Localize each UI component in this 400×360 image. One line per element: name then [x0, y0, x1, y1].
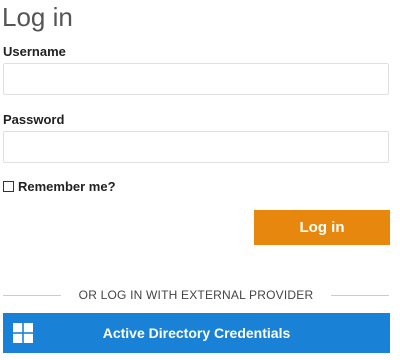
- username-label: Username: [3, 44, 66, 59]
- login-page: Log in Username Password Remember me? Lo…: [0, 0, 400, 360]
- external-provider-divider: OR LOG IN WITH EXTERNAL PROVIDER: [3, 288, 389, 302]
- divider-text: OR LOG IN WITH EXTERNAL PROVIDER: [78, 288, 314, 302]
- divider-line-left: [3, 294, 61, 296]
- password-input[interactable]: [3, 131, 389, 163]
- active-directory-label: Active Directory Credentials: [102, 325, 291, 341]
- divider-line-right: [331, 294, 389, 296]
- username-input[interactable]: [3, 63, 389, 95]
- remember-me[interactable]: Remember me?: [3, 178, 116, 194]
- remember-me-label[interactable]: Remember me?: [18, 179, 116, 194]
- windows-icon: [3, 313, 43, 353]
- page-title: Log in: [2, 2, 73, 32]
- active-directory-button[interactable]: Active Directory Credentials: [3, 313, 390, 353]
- login-button[interactable]: Log in: [254, 210, 390, 245]
- remember-me-checkbox[interactable]: [3, 180, 14, 192]
- password-label: Password: [3, 112, 65, 127]
